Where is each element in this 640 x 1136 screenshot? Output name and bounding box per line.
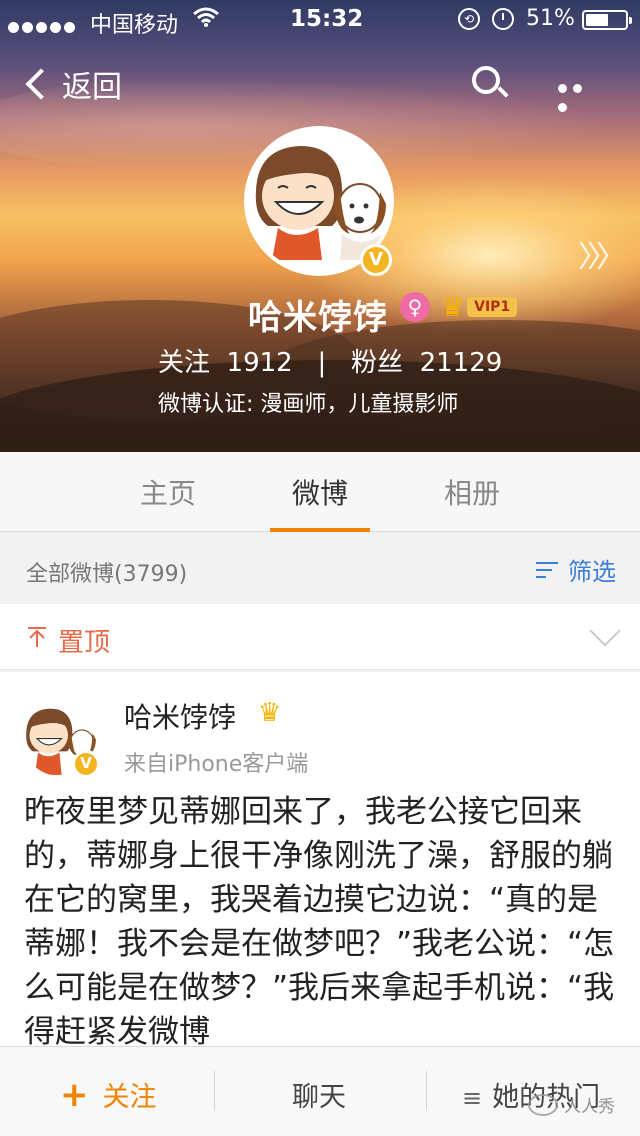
filter-label: 筛选 [568,558,616,586]
more-icon[interactable] [558,78,602,112]
back-label: 返回 [62,70,122,105]
pin-top-icon [26,626,48,648]
watermark: 人人秀 [528,1092,615,1117]
tab-home[interactable]: 主页 [118,472,218,512]
tab-album[interactable]: 相册 [422,472,522,512]
vip-level-label: VIP1 [467,297,518,317]
battery-percent: 51% [526,6,575,31]
verified-badge: V [72,750,100,778]
alarm-icon [492,8,514,30]
tab-weibo[interactable]: 微博 [270,472,370,512]
chat-button[interactable]: 聊天 [292,1075,346,1114]
filter-button[interactable]: 筛选 [536,552,616,587]
active-tab-indicator [270,528,370,532]
rotation-lock-icon: ⟲ [458,8,480,30]
clock: 15:32 [290,6,364,32]
pinned-row[interactable]: 置顶 [0,604,640,670]
follow-button[interactable]: + 关注 [60,1075,157,1115]
chat-bubble-icon [528,1093,558,1116]
triple-chevron-right-icon[interactable]: 〉〉〉 [578,232,626,276]
post-source: 来自iPhone客户端 [124,752,309,777]
signal-icon [8,14,78,39]
female-gender-icon: ♀ [400,292,430,322]
weibo-count: 全部微博(3799) [26,562,188,587]
verified-badge: V [360,244,392,276]
back-button[interactable]: 返回 [22,62,122,106]
carrier-name: 中国移动 [90,13,179,38]
crown-icon: ♛ [258,698,282,728]
wifi-icon [192,6,220,34]
crown-icon: ♛ [440,290,466,323]
profile-name: 哈米饽饽 [248,298,388,338]
status-bar: 中国移动 15:32 ⟲ 51% [0,0,640,40]
watermark-text: 人人秀 [564,1097,615,1117]
chevron-down-icon[interactable] [589,615,621,647]
feed-header: 全部微博(3799) 筛选 [0,534,640,600]
divider [426,1071,427,1111]
menu-icon: ≡ [462,1084,483,1112]
verified-description: 微博认证: 漫画师，儿童摄影师 [158,392,459,417]
chevron-left-icon [25,68,57,100]
follow-label: 关注 [102,1082,157,1113]
follow-stats[interactable]: 关注 1912 | 粉丝 21129 [158,342,502,379]
bottom-toolbar: + 关注 聊天 ≡ 她的热门 [0,1046,640,1136]
plus-icon: + [60,1075,89,1115]
vip-badge[interactable]: ♛ VIP1 [440,290,518,323]
divider [214,1071,215,1111]
profile-tabs: 主页 微博 相册 [0,452,640,532]
search-icon[interactable] [472,66,509,102]
battery-icon [582,10,632,30]
filter-icon [536,560,560,580]
pinned-label: 置顶 [58,628,111,658]
weibo-post[interactable]: V 哈米饽饽 ♛ 来自iPhone客户端 昨夜里梦见蒂娜回来了，我老公接它回来的… [0,672,640,1046]
post-author[interactable]: 哈米饽饽 [124,696,236,736]
post-text: 昨夜里梦见蒂娜回来了，我老公接它回来的，蒂娜身上很干净像刚洗了澡，舒服的躺在它的… [24,794,615,1046]
